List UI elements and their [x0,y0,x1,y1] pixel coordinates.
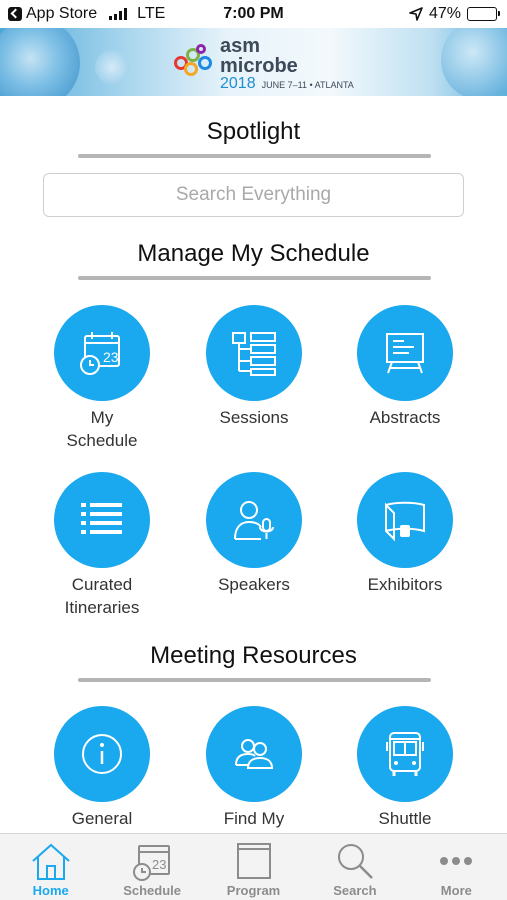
tile-speakers-label: Speakers [184,573,324,596]
search-icon [333,840,377,882]
tab-search[interactable]: Search [304,834,405,900]
meeting-resources-divider [78,678,431,682]
info-icon [82,734,122,774]
tab-more[interactable]: More [406,834,507,900]
spotlight-divider [78,154,431,158]
tile-label-line2: Schedule [66,431,138,450]
logo-line3: 2018 JUNE 7–11 • ATLANTA [220,76,354,92]
banner-molecule-image [95,50,129,84]
tile-my-schedule-label: My Schedule [32,406,172,452]
bottom-tab-bar: Home 23 Schedule Program Search More [0,833,507,900]
tile-find-my[interactable]: Find My [184,706,324,830]
tab-program-label: Program [226,883,281,898]
asm-microbe-logo: asm microbe 2018 JUNE 7–11 • ATLANTA [172,36,354,92]
tile-general-label: General [32,807,172,830]
tile-exhibitors-label: Exhibitors [335,573,475,596]
tile-my-schedule-circle[interactable]: 23 [54,305,150,401]
banner-cell-image [441,28,507,96]
tab-program[interactable]: Program [203,834,304,900]
speaker-icon [234,501,274,540]
tile-shuttle-circle[interactable] [357,706,453,802]
exhibitor-booth-icon [385,501,425,542]
tile-label-line1: Speakers [218,575,290,594]
tile-curated-itineraries-label: Curated Itineraries [32,573,172,619]
tile-sessions[interactable]: Sessions [184,305,324,429]
tile-label-line1: My [90,408,114,427]
home-icon [29,840,73,882]
calendar-day-text: 23 [103,349,119,365]
tile-label-line1: Find My [223,809,285,828]
banner-microbe-image [0,28,80,96]
tab-more-label: More [440,883,472,898]
tile-abstracts[interactable]: Abstracts [335,305,475,429]
tile-label-line2: Itineraries [64,598,140,617]
search-box[interactable] [43,173,464,217]
logo-text: asm microbe 2018 JUNE 7–11 • ATLANTA [220,36,354,92]
meeting-resources-title: Meeting Resources [150,642,357,669]
sessions-list-icon [232,332,276,376]
manage-schedule-divider [78,276,431,280]
tile-speakers[interactable]: Speakers [184,472,324,596]
tile-speakers-circle[interactable] [206,472,302,568]
tile-shuttle-label: Shuttle [335,807,475,830]
conference-banner: asm microbe 2018 JUNE 7–11 • ATLANTA [0,28,507,96]
tile-exhibitors-circle[interactable] [357,472,453,568]
tile-abstracts-label: Abstracts [335,406,475,429]
tile-label-line1: Sessions [219,408,289,427]
tab-schedule[interactable]: 23 Schedule [101,834,202,900]
battery-icon [467,7,500,21]
tile-find-my-label: Find My [184,807,324,830]
logo-year: 2018 [220,75,256,92]
tile-curated-itineraries[interactable]: Curated Itineraries [32,472,172,619]
tab-schedule-label: Schedule [123,883,181,898]
logo-line2: microbe [220,55,298,77]
calendar-icon: 23 [130,840,174,882]
tile-general-circle[interactable] [54,706,150,802]
status-bar: App Store LTE 7:00 PM 47% [0,0,507,28]
tile-shuttle[interactable]: Shuttle [335,706,475,830]
tile-my-schedule[interactable]: 23 My Schedule [32,305,172,452]
logo-rings-icon [172,42,216,82]
people-icon [235,739,274,769]
tile-general[interactable]: General [32,706,172,830]
battery-percent: 47% [428,5,461,22]
tile-curated-itineraries-circle[interactable] [54,472,150,568]
manage-schedule-title: Manage My Schedule [137,240,370,267]
calendar-icon: 23 [80,332,120,375]
logo-dates: JUNE 7–11 • ATLANTA [261,80,354,90]
tile-label-line1: Shuttle [378,809,432,828]
tile-sessions-circle[interactable] [206,305,302,401]
tab-home-label: Home [32,883,69,898]
tab-search-label: Search [333,883,377,898]
tile-label-line1: Abstracts [369,408,441,427]
search-everything-input[interactable] [44,174,463,216]
logo-line1: asm [220,35,261,57]
tile-sessions-label: Sessions [184,406,324,429]
tab-home[interactable]: Home [0,834,101,900]
more-icon [434,840,478,882]
status-right: 47% [409,5,500,23]
tile-abstracts-circle[interactable] [357,305,453,401]
spotlight-title: Spotlight [206,118,301,145]
tile-label-line1: Exhibitors [367,575,443,594]
tab-calendar-day: 23 [152,857,166,872]
bus-icon [386,732,424,776]
presentation-board-icon [386,333,424,374]
book-icon [232,840,276,882]
tile-find-my-circle[interactable] [206,706,302,802]
tile-label-line1: General [71,809,133,828]
tile-label-line1: Curated [71,575,133,594]
location-arrow-icon [409,7,423,21]
tile-exhibitors[interactable]: Exhibitors [335,472,475,596]
list-icon [81,503,122,534]
